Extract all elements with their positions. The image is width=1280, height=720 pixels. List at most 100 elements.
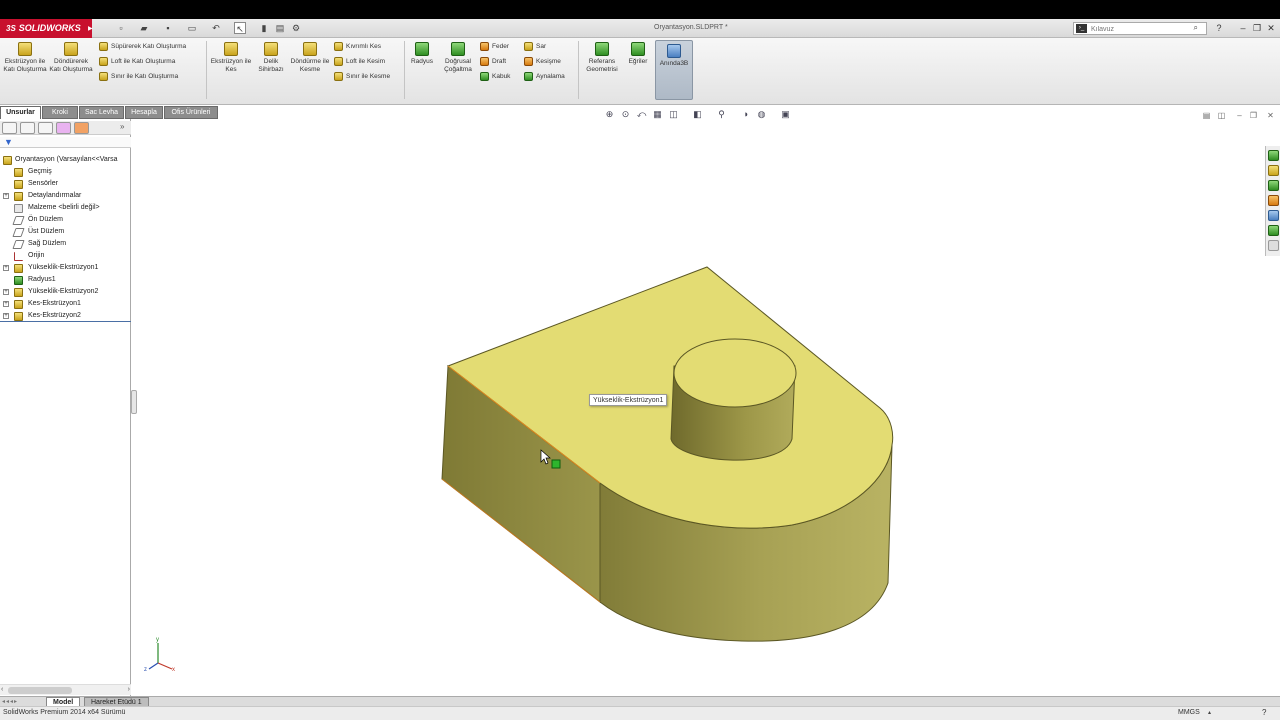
hide-show-items-icon[interactable]: ⚲ (716, 109, 727, 120)
solidworks-resources-icon[interactable] (1268, 150, 1279, 161)
tab-nav-arrows-icon[interactable]: ◂◂◂▸ (2, 698, 18, 705)
reference-geometry-button[interactable]: Referans Geometrisi (582, 42, 622, 74)
tab-features[interactable]: Unsurlar (0, 106, 41, 119)
green-handle-icon[interactable] (551, 459, 561, 469)
appearances-icon[interactable] (1268, 210, 1279, 221)
tree-item-right-plane[interactable]: Sağ Düzlem (0, 238, 131, 250)
loft-cut-button[interactable]: Loft ile Kesim (334, 56, 385, 68)
previous-view-icon[interactable]: ⤺ (636, 109, 647, 120)
forum-icon[interactable] (1268, 240, 1279, 251)
shell-button[interactable]: Kabuk (480, 71, 510, 83)
view-settings-icon[interactable]: ▣ (780, 109, 791, 120)
tree-item-boss-extrude1[interactable]: + Yükseklik-Ekstrüzyon1 (0, 262, 131, 274)
property-manager-tab-icon[interactable] (20, 122, 35, 134)
undo-icon[interactable]: ↶ (210, 22, 222, 34)
edit-appearance-icon[interactable]: ◑ (740, 109, 751, 120)
tab-sketch[interactable]: Kroki (42, 106, 78, 119)
unit-system-selector[interactable]: MMGS (1178, 709, 1200, 716)
section-view-icon[interactable]: ▦ (652, 109, 663, 120)
tree-item-front-plane[interactable]: Ön Düzlem (0, 214, 131, 226)
tree-item-origin[interactable]: Orijin (0, 250, 131, 262)
filter-row[interactable]: ▼ (0, 137, 131, 148)
tree-item-material[interactable]: Malzeme <belirli değil> (0, 202, 131, 214)
tree-item-sensors[interactable]: Sensörler (0, 178, 131, 190)
search-input[interactable] (1091, 24, 1186, 34)
mirror-button[interactable]: Aynalama (524, 71, 565, 83)
tree-item-fillet1[interactable]: Radyus1 (0, 274, 131, 286)
tree-item-boss-extrude2[interactable]: + Yükseklik-Ekstrüzyon2 (0, 286, 131, 298)
hole-wizard-button[interactable]: Delik Sihirbazı (254, 42, 288, 74)
search-icon[interactable]: ⌕ (1194, 23, 1198, 33)
file-explorer-icon[interactable] (1268, 180, 1279, 191)
view-orientation-icon[interactable]: ◫ (668, 109, 679, 120)
help-icon[interactable]: ? (1212, 22, 1226, 34)
extrude-cut-button[interactable]: Ekstrüzyon ile Kes (210, 42, 252, 74)
graphics-area[interactable]: y x z (132, 123, 1265, 696)
tab-evaluate[interactable]: Hesapla (125, 106, 163, 119)
solidworks-menu-button[interactable]: 3S SOLIDWORKS (0, 19, 92, 38)
custom-properties-icon[interactable] (1268, 225, 1279, 236)
view-palette-icon[interactable] (1268, 195, 1279, 206)
file-properties-icon[interactable]: ▤ (274, 22, 286, 34)
tree-item-annotations[interactable]: + Detaylandırmalar (0, 190, 131, 202)
boundary-boss-button[interactable]: Sınır ile Katı Oluşturma (99, 71, 178, 83)
filter-icon[interactable]: ▼ (4, 137, 13, 147)
restore-icon[interactable]: ❐ (1250, 22, 1264, 34)
minimize-icon[interactable]: – (1236, 22, 1250, 34)
horizontal-scrollbar[interactable]: ‹ › (0, 684, 131, 695)
display-style-icon[interactable]: ◧ (692, 109, 703, 120)
viewport-split-icon[interactable]: ◫ (1216, 111, 1227, 121)
tree-root-part[interactable]: Oryantasyon (Varsayılan<<Varsa (0, 154, 131, 166)
menu-arrow-icon[interactable]: ▶ (88, 25, 93, 32)
status-help-icon[interactable]: ? (1262, 708, 1266, 717)
viewport-tile-icon[interactable]: ▤ (1201, 111, 1212, 121)
scroll-right-icon[interactable]: › (128, 686, 130, 693)
expand-icon[interactable]: + (3, 193, 9, 199)
instant3d-button[interactable]: Anında3B (655, 40, 693, 100)
revolve-cut-button[interactable]: Döndürme ile Kesme (290, 42, 330, 74)
apply-scene-icon[interactable]: ◍ (756, 109, 767, 120)
feature-manager-tab-icon[interactable] (2, 122, 17, 134)
expand-panel-icon[interactable]: » (120, 122, 124, 131)
rib-button[interactable]: Feder (480, 41, 509, 53)
tree-item-cut-extrude1[interactable]: + Kes-Ekstrüzyon1 (0, 298, 131, 310)
viewport-close-icon[interactable]: ✕ (1265, 111, 1276, 121)
viewport-restore-icon[interactable]: ❐ (1248, 111, 1259, 121)
linear-pattern-button[interactable]: Doğrusal Çoğaltma (438, 42, 478, 74)
configuration-manager-tab-icon[interactable] (38, 122, 53, 134)
search-box[interactable]: ›_ ⌕ (1073, 22, 1207, 35)
intersect-button[interactable]: Kesişme (524, 56, 561, 68)
extrude-boss-button[interactable]: Ekstrüzyon ile Katı Oluşturma (3, 42, 47, 74)
options-icon[interactable]: ⚙ (290, 22, 302, 34)
dimxpert-tab-icon[interactable] (56, 122, 71, 134)
fillet-button[interactable]: Radyus (408, 42, 436, 66)
expand-icon[interactable]: + (3, 301, 9, 307)
rebuild-icon[interactable]: ▮ (258, 22, 270, 34)
print-icon[interactable]: ▭ (186, 22, 198, 34)
draft-button[interactable]: Draft (480, 56, 506, 68)
swept-cut-button[interactable]: Kıvrımlı Kes (334, 41, 381, 53)
boss-cylinder-top[interactable] (673, 338, 797, 408)
rollback-bar[interactable] (0, 321, 131, 322)
new-document-icon[interactable]: ▫ (115, 22, 127, 34)
wrap-button[interactable]: Sar (524, 41, 546, 53)
tree-item-top-plane[interactable]: Üst Düzlem (0, 226, 131, 238)
sweep-boss-button[interactable]: Süpürerek Katı Oluşturma (99, 41, 186, 53)
boundary-cut-button[interactable]: Sınır ile Kesme (334, 71, 390, 83)
revolve-boss-button[interactable]: Döndürerek Katı Oluşturma (49, 42, 93, 74)
save-icon[interactable]: ▪ (162, 22, 174, 34)
open-folder-icon[interactable]: ▰ (138, 22, 150, 34)
tab-sheet-metal[interactable]: Sac Levha (79, 106, 124, 119)
loft-boss-button[interactable]: Loft ile Katı Oluşturma (99, 56, 175, 68)
part-model[interactable]: y x z (132, 123, 1265, 696)
design-library-icon[interactable] (1268, 165, 1279, 176)
scroll-left-icon[interactable]: ‹ (1, 686, 3, 693)
zoom-to-area-icon[interactable]: ⊙ (620, 109, 631, 120)
select-icon[interactable]: ↖ (234, 22, 246, 34)
expand-icon[interactable]: + (3, 265, 9, 271)
close-icon[interactable]: ✕ (1264, 22, 1278, 34)
curves-button[interactable]: Eğriler (624, 42, 652, 66)
tab-office-products[interactable]: Ofis Ürünleri (164, 106, 218, 119)
scroll-thumb[interactable] (8, 687, 72, 694)
expand-icon[interactable]: + (3, 313, 9, 319)
